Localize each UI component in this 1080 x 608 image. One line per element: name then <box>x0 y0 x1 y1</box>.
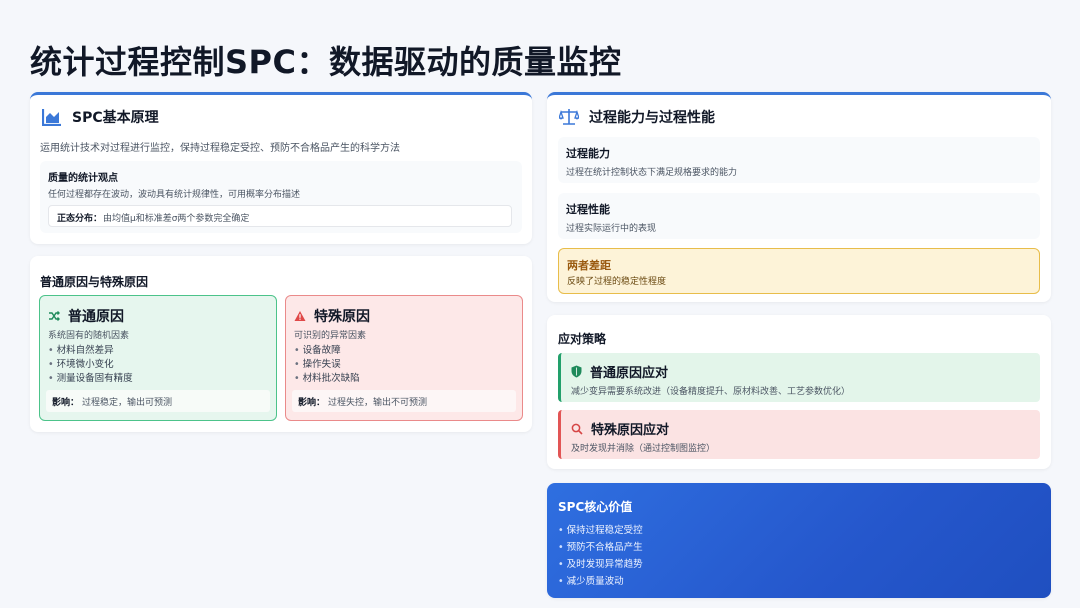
warning-icon <box>294 310 306 322</box>
process-performance-title: 过程性能 <box>566 203 610 216</box>
gap-title: 两者差距 <box>567 259 611 272</box>
statistical-view-title: 质量的统计观点 <box>48 173 118 184</box>
capability-card: 过程能力与过程性能 过程能力 过程在统计控制状态下满足规格要求的能力 过程性能 … <box>547 92 1051 302</box>
core-value-card: SPC核心价值 保持过程稳定受控 预防不合格品产生 及时发现异常趋势 减少质量波… <box>547 483 1051 598</box>
list-item: 设备故障 <box>294 344 360 358</box>
list-item: 操作失误 <box>294 358 360 372</box>
process-capability-box: 过程能力 过程在统计控制状态下满足规格要求的能力 <box>558 137 1040 183</box>
area-chart-icon <box>42 108 62 126</box>
statistical-view-box: 质量的统计观点 任何过程都存在波动，波动具有统计规律性，可用概率分布描述 正态分… <box>40 161 522 233</box>
process-performance-description: 过程实际运行中的表现 <box>566 224 657 234</box>
spc-basics-heading: SPC基本原理 <box>72 110 159 126</box>
search-icon <box>571 423 583 435</box>
process-capability-description: 过程在统计控制状态下满足规格要求的能力 <box>566 168 738 178</box>
common-cause-impact-text: 过程稳定，输出可预测 <box>82 398 173 408</box>
list-item: 预防不合格品产生 <box>558 539 643 556</box>
special-cause-title: 特殊原因 <box>314 309 370 325</box>
normal-distribution-text: 由均值μ和标准差σ两个参数完全确定 <box>103 214 250 224</box>
common-cause-impact-label: 影响： <box>52 398 80 408</box>
page-title: 统计过程控制SPC：数据驱动的质量监控 <box>30 43 622 81</box>
list-item: 材料自然差异 <box>48 344 133 358</box>
balance-scale-icon <box>559 108 579 126</box>
causes-card: 普通原因与特殊原因 普通原因 系统固有的随机因素 材料自然差异 环境微小变化 测… <box>30 256 532 432</box>
special-cause-impact-label: 影响： <box>298 398 326 408</box>
special-strategy-description: 及时发现并消除（通过控制图监控） <box>571 444 716 454</box>
gap-description: 反映了过程的稳定性程度 <box>567 277 667 287</box>
common-cause-box: 普通原因 系统固有的随机因素 材料自然差异 环境微小变化 测量设备固有精度 影响… <box>39 295 277 421</box>
special-cause-impact-text: 过程失控，输出不可预测 <box>328 398 428 408</box>
normal-distribution-label: 正态分布： <box>57 214 103 224</box>
special-strategy-box: 特殊原因应对 及时发现并消除（通过控制图监控） <box>558 410 1040 459</box>
special-strategy-title: 特殊原因应对 <box>591 423 670 438</box>
statistical-view-description: 任何过程都存在波动，波动具有统计规律性，可用概率分布描述 <box>48 190 301 200</box>
list-item: 及时发现异常趋势 <box>558 556 643 573</box>
gap-box: 两者差距 反映了过程的稳定性程度 <box>558 248 1040 294</box>
common-cause-list: 材料自然差异 环境微小变化 测量设备固有精度 <box>48 344 133 386</box>
list-item: 保持过程稳定受控 <box>558 522 643 539</box>
special-cause-description: 可识别的异常因素 <box>294 331 367 341</box>
common-cause-title: 普通原因 <box>68 309 124 325</box>
common-strategy-box: 普通原因应对 减少变异需要系统改进（设备精度提升、原材料改善、工艺参数优化） <box>558 353 1040 402</box>
special-cause-box: 特殊原因 可识别的异常因素 设备故障 操作失误 材料批次缺陷 影响： 过程失控，… <box>285 295 523 421</box>
core-value-heading: SPC核心价值 <box>558 500 633 514</box>
special-cause-impact: 影响： 过程失控，输出不可预测 <box>292 390 516 412</box>
causes-heading: 普通原因与特殊原因 <box>40 275 149 289</box>
list-item: 减少质量波动 <box>558 573 643 590</box>
process-capability-title: 过程能力 <box>566 147 610 160</box>
list-item: 环境微小变化 <box>48 358 133 372</box>
spc-basics-description: 运用统计技术对过程进行监控，保持过程稳定受控、预防不合格品产生的科学方法 <box>40 143 400 154</box>
special-cause-list: 设备故障 操作失误 材料批次缺陷 <box>294 344 360 386</box>
strategy-card: 应对策略 普通原因应对 减少变异需要系统改进（设备精度提升、原材料改善、工艺参数… <box>547 315 1051 469</box>
process-performance-box: 过程性能 过程实际运行中的表现 <box>558 193 1040 239</box>
common-cause-description: 系统固有的随机因素 <box>48 331 130 341</box>
common-strategy-description: 减少变异需要系统改进（设备精度提升、原材料改善、工艺参数优化） <box>571 387 851 397</box>
list-item: 测量设备固有精度 <box>48 372 133 386</box>
common-strategy-title: 普通原因应对 <box>590 366 669 381</box>
core-value-list: 保持过程稳定受控 预防不合格品产生 及时发现异常趋势 减少质量波动 <box>558 522 643 590</box>
list-item: 材料批次缺陷 <box>294 372 360 386</box>
common-cause-impact: 影响： 过程稳定，输出可预测 <box>46 390 270 412</box>
capability-heading: 过程能力与过程性能 <box>589 110 715 126</box>
shuffle-icon <box>48 310 60 322</box>
shield-icon <box>571 365 582 378</box>
strategy-heading: 应对策略 <box>558 332 607 346</box>
normal-distribution-box: 正态分布： 由均值μ和标准差σ两个参数完全确定 <box>48 205 512 227</box>
spc-basics-card: SPC基本原理 运用统计技术对过程进行监控，保持过程稳定受控、预防不合格品产生的… <box>30 92 532 244</box>
